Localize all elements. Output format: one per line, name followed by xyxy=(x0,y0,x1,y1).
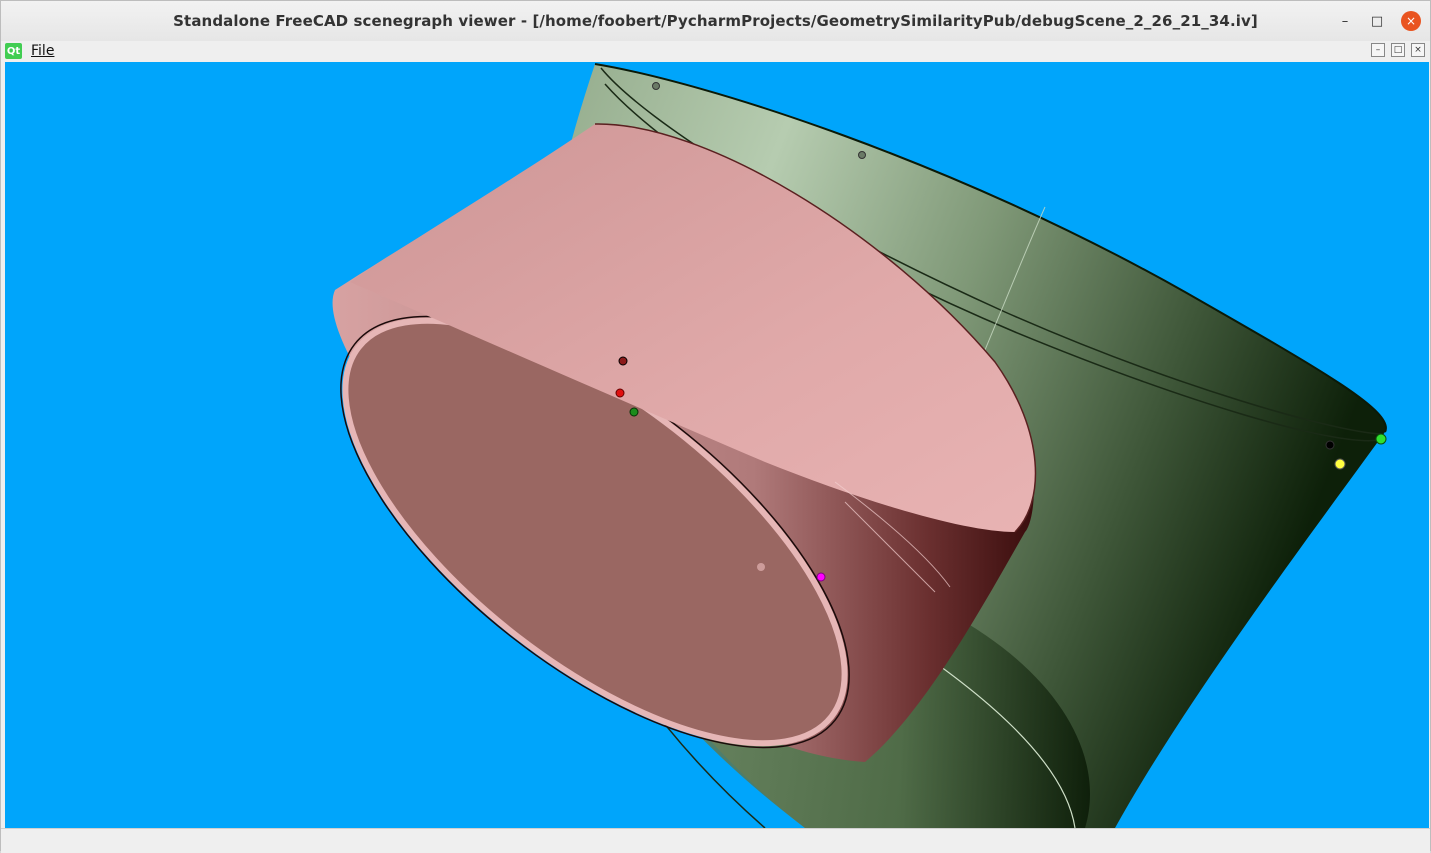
dark-red-marker[interactable] xyxy=(618,356,628,366)
app-window: Standalone FreeCAD scenegraph viewer - [… xyxy=(0,0,1431,853)
grey-marker-1[interactable] xyxy=(652,82,660,90)
maximize-button[interactable]: □ xyxy=(1367,11,1387,31)
close-button[interactable]: × xyxy=(1401,11,1421,31)
magenta-marker[interactable] xyxy=(816,572,826,582)
qt-logo-icon: Qt xyxy=(5,43,22,59)
light-marker[interactable] xyxy=(757,563,765,571)
menu-file[interactable]: File xyxy=(31,43,54,59)
black-marker[interactable] xyxy=(1325,440,1335,450)
grey-marker-2[interactable] xyxy=(858,151,866,159)
red-marker[interactable] xyxy=(615,388,625,398)
green-marker[interactable] xyxy=(629,407,639,417)
scene-canvas[interactable] xyxy=(5,62,1429,828)
yellow-marker[interactable] xyxy=(1334,458,1346,470)
mdi-close-button[interactable]: × xyxy=(1411,43,1425,57)
menu-bar: Qt File – □ × xyxy=(1,41,1430,62)
minimize-button[interactable]: – xyxy=(1335,11,1355,31)
title-bar[interactable]: Standalone FreeCAD scenegraph viewer - [… xyxy=(1,1,1430,42)
mdi-restore-button[interactable]: □ xyxy=(1391,43,1405,57)
menu-file-label: File xyxy=(31,43,55,59)
mdi-minimize-button[interactable]: – xyxy=(1371,43,1385,57)
lime-marker[interactable] xyxy=(1375,433,1387,445)
window-title: Standalone FreeCAD scenegraph viewer - [… xyxy=(173,12,1258,30)
status-bar xyxy=(1,828,1430,853)
3d-viewport[interactable] xyxy=(5,62,1429,828)
